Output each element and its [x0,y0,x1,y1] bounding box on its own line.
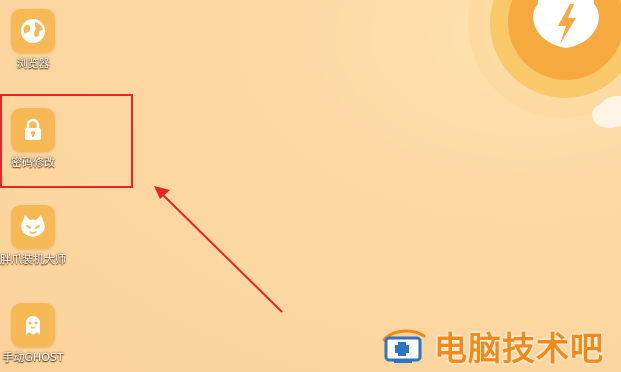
watermark-text: 电脑技术吧 [434,329,604,368]
watermark: 电脑技术吧 [380,322,604,370]
annotation-arrow [154,186,283,313]
computer-logo-icon [382,329,426,363]
desktop: 浏览器 密码修改 胖爪装机大师 手动GHOST 电脑技术吧 [0,0,621,372]
